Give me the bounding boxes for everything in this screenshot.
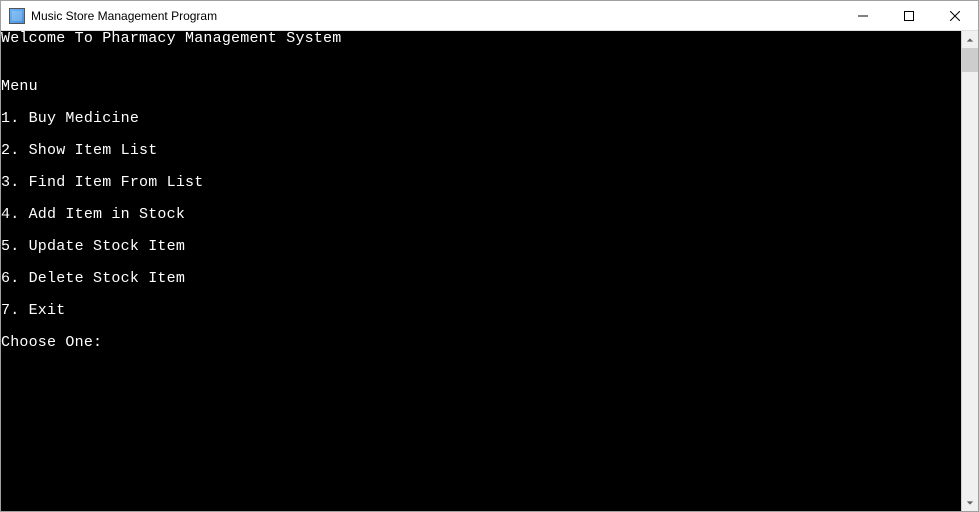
maximize-icon [904,11,914,21]
console-output[interactable]: Welcome To Pharmacy Management System Me… [1,31,961,511]
console-area: Welcome To Pharmacy Management System Me… [1,31,978,511]
console-line: 5. Update Stock Item [1,239,961,255]
window-title: Music Store Management Program [31,9,840,23]
console-line: 4. Add Item in Stock [1,207,961,223]
console-line: 7. Exit [1,303,961,319]
console-line: 1. Buy Medicine [1,111,961,127]
chevron-up-icon [966,36,974,44]
minimize-button[interactable] [840,1,886,30]
window-controls [840,1,978,30]
console-line: Welcome To Pharmacy Management System [1,31,961,47]
console-line: Choose One: [1,335,961,351]
close-icon [950,11,960,21]
console-line: 3. Find Item From List [1,175,961,191]
console-line: Menu [1,79,961,95]
window-titlebar: Music Store Management Program [1,1,978,31]
scrollbar-up-button[interactable] [962,31,978,48]
console-line: 6. Delete Stock Item [1,271,961,287]
scrollbar-track[interactable] [962,48,978,494]
chevron-down-icon [966,499,974,507]
app-icon [9,8,25,24]
maximize-button[interactable] [886,1,932,30]
scrollbar-down-button[interactable] [962,494,978,511]
scrollbar-thumb[interactable] [962,48,978,72]
close-button[interactable] [932,1,978,30]
console-line: 2. Show Item List [1,143,961,159]
vertical-scrollbar[interactable] [961,31,978,511]
minimize-icon [858,11,868,21]
